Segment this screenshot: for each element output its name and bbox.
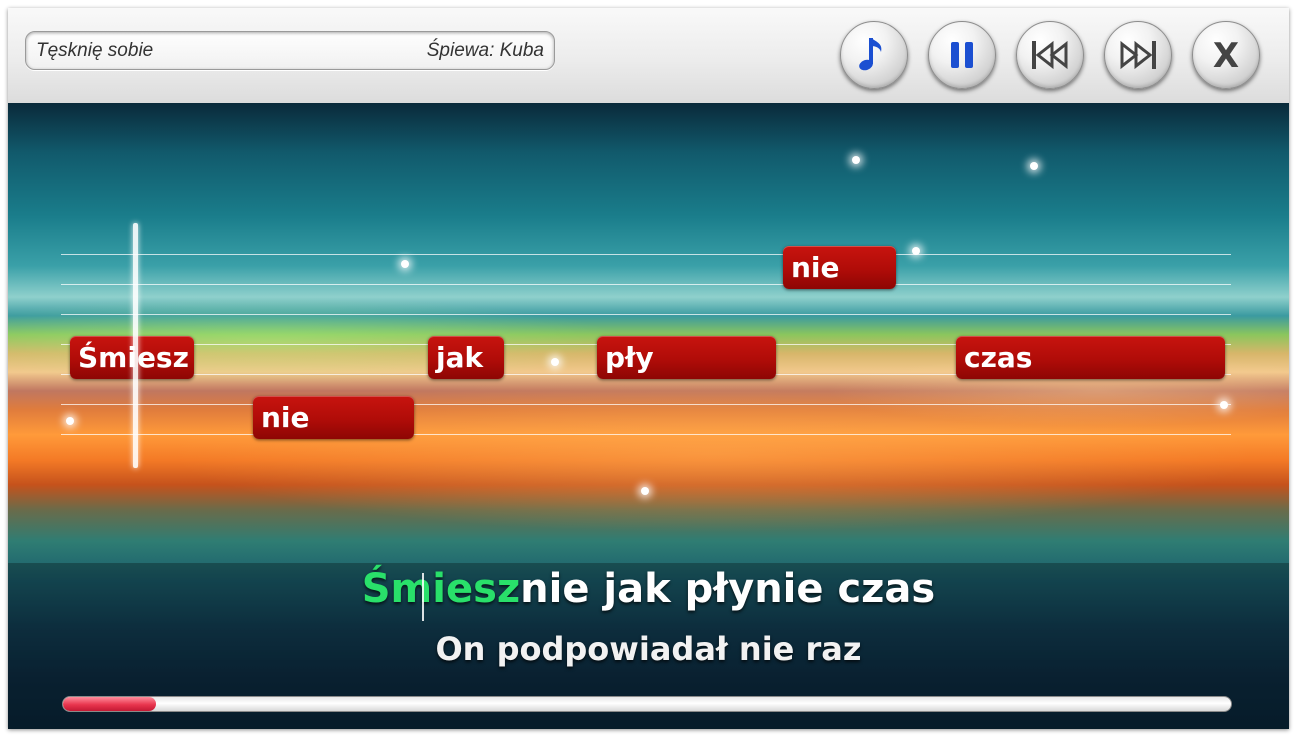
pitch-cursor — [133, 223, 138, 468]
sparkle — [551, 358, 559, 366]
previous-button[interactable] — [1016, 21, 1084, 89]
note-block: czas — [956, 336, 1225, 379]
karaoke-stage: Śmiesz nie jak pły nie czas Śmiesznie ja… — [8, 103, 1289, 729]
lyric-caret — [422, 573, 424, 621]
skip-forward-icon — [1120, 40, 1156, 70]
staff-line — [61, 254, 1231, 255]
sparkle — [641, 487, 649, 495]
karaoke-window: Tęsknię sobie Śpiewa: Kuba X nie jak pły… — [8, 8, 1289, 729]
unsung-lyric-text: nie jak płynie czas — [520, 566, 936, 612]
sparkle — [1220, 401, 1228, 409]
sparkle — [912, 247, 920, 255]
sparkle — [66, 417, 74, 425]
next-button[interactable] — [1104, 21, 1172, 89]
song-title: Tęsknię sobie — [36, 40, 154, 61]
song-info-box: Tęsknię sobie Śpiewa: Kuba — [25, 31, 555, 70]
pause-button[interactable] — [928, 21, 996, 89]
sung-lyric-text: Śmiesz — [361, 566, 521, 612]
sparkle — [852, 156, 860, 164]
current-lyric-line: Śmiesznie jak płynie czas — [8, 566, 1289, 612]
sparkle — [1030, 162, 1038, 170]
note-block: nie — [783, 246, 896, 289]
close-icon: X — [1213, 36, 1239, 76]
next-lyric-line: On podpowiadał nie raz — [435, 630, 862, 668]
note-block: pły — [597, 336, 776, 379]
staff-line — [61, 314, 1231, 315]
pause-icon — [951, 42, 973, 68]
staff-line — [61, 404, 1231, 405]
note-block: jak — [428, 336, 504, 379]
staff-line — [61, 434, 1231, 435]
song-progress-fill — [63, 697, 157, 711]
close-button[interactable]: X — [1192, 21, 1260, 89]
staff-line — [61, 284, 1231, 285]
top-bar: Tęsknię sobie Śpiewa: Kuba X — [8, 8, 1289, 104]
sparkle — [401, 260, 409, 268]
music-note-icon — [859, 38, 882, 71]
song-progress-bar[interactable] — [62, 696, 1232, 712]
svg-text:X: X — [1213, 36, 1239, 76]
note-block: nie — [253, 396, 414, 439]
skip-back-icon — [1032, 40, 1068, 70]
singer-label: Śpiewa: Kuba — [426, 40, 544, 61]
note-block: Śmiesz — [70, 336, 194, 379]
music-button[interactable] — [840, 21, 908, 89]
